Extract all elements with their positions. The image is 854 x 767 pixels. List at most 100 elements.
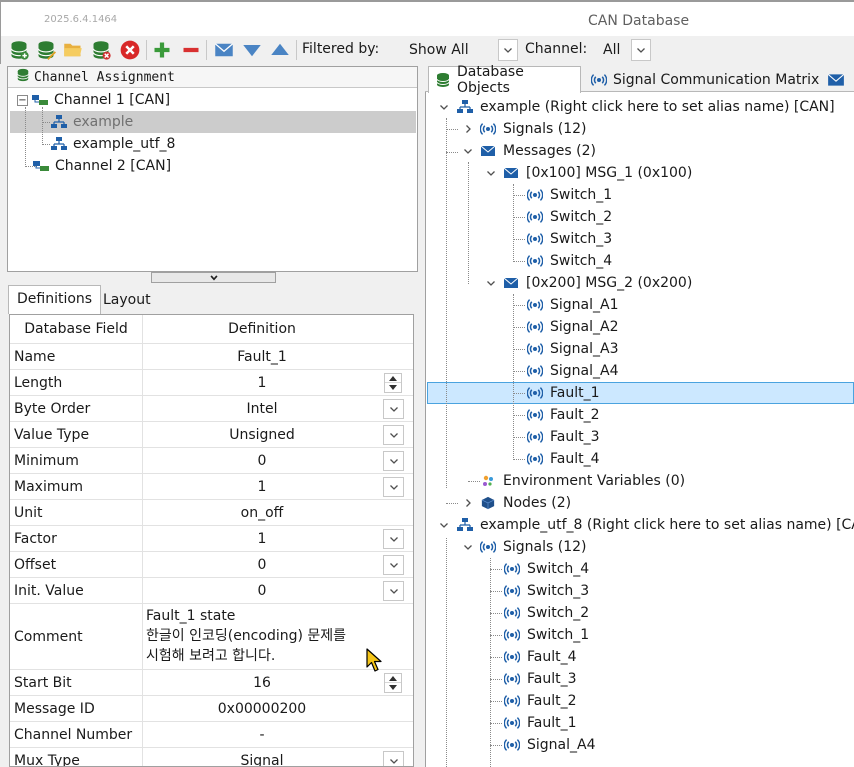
field-value[interactable]: Signal bbox=[144, 748, 380, 767]
toolbar: Filtered by: Show All Channel: All bbox=[0, 36, 854, 64]
close-circle-icon[interactable] bbox=[119, 39, 141, 61]
tab-database-objects[interactable]: Database Objects bbox=[428, 64, 581, 96]
tree-item-signal[interactable]: Signal_A2 bbox=[527, 316, 619, 338]
tree-item-messages[interactable]: Messages (2) bbox=[460, 140, 596, 162]
tree-item-environment-variables[interactable]: Environment Variables (0) bbox=[480, 470, 685, 492]
panel-splitter[interactable] bbox=[151, 272, 276, 283]
field-value[interactable]: 1 bbox=[144, 370, 380, 395]
filter-select-value: Show All bbox=[409, 42, 469, 58]
field-value[interactable]: 0 bbox=[144, 448, 380, 473]
chevron-down-icon[interactable] bbox=[383, 425, 404, 445]
plus-icon[interactable] bbox=[151, 39, 173, 61]
chevron-down-icon[interactable] bbox=[438, 101, 450, 113]
filter-select[interactable]: Show All bbox=[401, 38, 519, 62]
spin-up-icon[interactable] bbox=[385, 374, 401, 383]
spin-down-icon[interactable] bbox=[385, 383, 401, 392]
field-value[interactable]: 1 bbox=[144, 526, 380, 551]
tree-item-signal[interactable]: Fault_4 bbox=[504, 646, 577, 668]
chevron-right-icon[interactable] bbox=[462, 497, 474, 509]
chevron-down-icon[interactable] bbox=[383, 555, 404, 575]
field-value[interactable]: Intel bbox=[144, 396, 380, 421]
tree-item-example[interactable]: example bbox=[51, 111, 133, 133]
tree-item-channel-1[interactable]: − Channel 1 [CAN] bbox=[17, 89, 170, 111]
field-value[interactable]: Fault_1 bbox=[144, 344, 380, 369]
tree-item-signal[interactable]: Switch_3 bbox=[527, 228, 612, 250]
tree-item-label: Signal_A4 bbox=[527, 737, 596, 753]
field-value[interactable]: 16 bbox=[144, 670, 380, 695]
spin-button[interactable] bbox=[384, 373, 402, 393]
tree-item-channel-2[interactable]: Channel 2 [CAN] bbox=[33, 155, 171, 177]
chevron-down-icon[interactable] bbox=[462, 541, 474, 553]
field-value[interactable]: on_off bbox=[144, 500, 380, 525]
chevron-down-icon[interactable] bbox=[383, 581, 404, 601]
tree-item-label: Fault_1 bbox=[550, 385, 600, 401]
chevron-down-icon[interactable] bbox=[485, 277, 497, 289]
chevron-down-icon[interactable] bbox=[631, 39, 651, 61]
collapse-icon[interactable]: − bbox=[17, 94, 28, 106]
tree-item-signal[interactable]: Switch_4 bbox=[504, 558, 589, 580]
field-value[interactable]: 1 bbox=[144, 474, 380, 499]
tree-item-db-example-utf-8[interactable]: example_utf_8 (Right click here to set a… bbox=[436, 514, 854, 536]
tree-item-label: example_utf_8 bbox=[73, 136, 176, 152]
arrow-down-icon[interactable] bbox=[241, 39, 263, 61]
minus-icon[interactable] bbox=[180, 39, 202, 61]
field-value[interactable]: 0 bbox=[144, 552, 380, 577]
tree-item-signal[interactable]: Signal_A4 bbox=[527, 360, 619, 382]
comment-value[interactable]: Fault_1 state 한글이 인코딩(encoding) 문제를 시험해 … bbox=[146, 606, 346, 666]
tree-item-nodes[interactable]: Nodes (2) bbox=[460, 492, 571, 514]
chevron-down-icon[interactable] bbox=[383, 451, 404, 471]
db-edit-icon[interactable] bbox=[35, 39, 57, 61]
folder-open-icon[interactable] bbox=[62, 39, 84, 61]
field-value[interactable]: Unsigned bbox=[144, 422, 380, 447]
tree-item-example-utf-8[interactable]: example_utf_8 bbox=[51, 133, 175, 155]
db-delete-icon[interactable] bbox=[90, 39, 112, 61]
envelope-icon[interactable] bbox=[213, 39, 235, 61]
chevron-down-icon[interactable] bbox=[383, 477, 404, 497]
field-value[interactable]: 0 bbox=[144, 578, 380, 603]
tree-item-msg-2[interactable]: [0x200] MSG_2 (0x200) bbox=[483, 272, 692, 294]
tree-item-signal[interactable]: Fault_3 bbox=[504, 668, 577, 690]
chevron-down-icon[interactable] bbox=[498, 39, 518, 61]
tree-item-signal[interactable]: Fault_2 bbox=[504, 690, 577, 712]
tree-item-signal[interactable]: Switch_3 bbox=[504, 580, 589, 602]
channel-select[interactable]: All bbox=[594, 38, 652, 62]
chevron-down-icon[interactable] bbox=[462, 145, 474, 157]
tree-item-signal[interactable]: Switch_2 bbox=[504, 602, 589, 624]
spin-up-icon[interactable] bbox=[385, 674, 401, 683]
tree-item-signal[interactable]: Fault_2 bbox=[527, 404, 600, 426]
chevron-right-icon[interactable] bbox=[462, 123, 474, 135]
spin-down-icon[interactable] bbox=[385, 683, 401, 692]
tree-item-signal[interactable]: Switch_1 bbox=[504, 624, 589, 646]
tab-messages[interactable] bbox=[823, 66, 854, 93]
grid-row: Maximum 1 bbox=[10, 474, 413, 500]
field-value[interactable]: 0x00000200 bbox=[144, 696, 380, 721]
arrow-up-icon[interactable] bbox=[269, 39, 291, 61]
tree-item-db-example[interactable]: example (Right click here to set alias n… bbox=[436, 96, 835, 118]
spin-button[interactable] bbox=[384, 673, 402, 693]
tree-item-signal[interactable]: Signal_A3 bbox=[527, 338, 619, 360]
tree-item-signal[interactable]: Signal_A1 bbox=[527, 294, 619, 316]
tab-definitions[interactable]: Definitions bbox=[8, 285, 102, 314]
field-value[interactable]: - bbox=[144, 722, 380, 747]
tab-layout[interactable]: Layout bbox=[95, 287, 159, 316]
chevron-down-icon[interactable] bbox=[383, 529, 404, 549]
tree-item-signals[interactable]: Signals (12) bbox=[460, 118, 587, 140]
tree-item-signal[interactable]: Signal_A4 bbox=[504, 734, 596, 756]
envelope-icon bbox=[480, 143, 496, 159]
tree-item-signal[interactable]: Switch_4 bbox=[527, 250, 612, 272]
chevron-down-icon[interactable] bbox=[383, 751, 404, 766]
tree-item-signal[interactable]: Switch_1 bbox=[527, 184, 612, 206]
tree-item-signal[interactable]: Fault_3 bbox=[527, 426, 600, 448]
chevron-down-icon[interactable] bbox=[438, 519, 450, 531]
chevron-down-icon[interactable] bbox=[383, 399, 404, 419]
toolbar-separator bbox=[296, 40, 297, 60]
tab-signal-communication-matrix[interactable]: Signal Communication Matrix bbox=[585, 66, 825, 93]
tree-item-msg-1[interactable]: [0x100] MSG_1 (0x100) bbox=[483, 162, 692, 184]
tree-item-signal[interactable]: Fault_1 bbox=[504, 712, 577, 734]
db-add-icon[interactable] bbox=[8, 39, 30, 61]
tree-item-signal[interactable]: Fault_1 bbox=[527, 382, 600, 404]
tree-item-signals-utf8[interactable]: Signals (12) bbox=[460, 536, 587, 558]
tree-item-signal[interactable]: Fault_4 bbox=[527, 448, 600, 470]
chevron-down-icon[interactable] bbox=[485, 167, 497, 179]
tree-item-signal[interactable]: Switch_2 bbox=[527, 206, 612, 228]
